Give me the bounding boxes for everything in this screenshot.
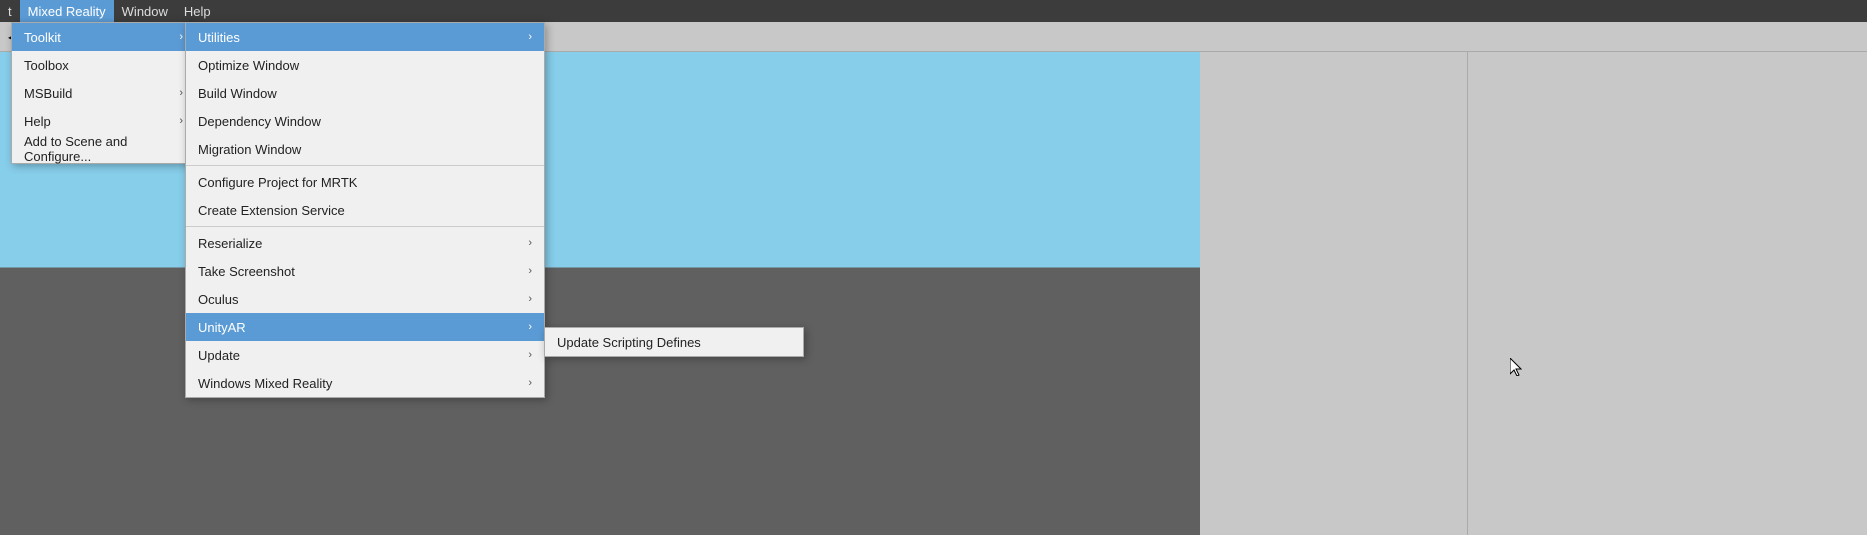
- menubar-item-mixed-reality[interactable]: Mixed Reality: [20, 0, 114, 22]
- arrow-icon: ›: [528, 321, 532, 333]
- menu-item-add-to-scene[interactable]: Add to Scene and Configure...: [12, 135, 195, 163]
- arrow-icon: ›: [528, 265, 532, 277]
- dropdown-unityar: Update Scripting Defines: [544, 327, 804, 357]
- menu-item-toolkit[interactable]: Toolkit ›: [12, 23, 195, 51]
- menu-item-configure-mrtk[interactable]: Configure Project for MRTK: [186, 168, 544, 196]
- menu-item-toolbox[interactable]: Toolbox: [12, 51, 195, 79]
- menu-separator-1: [186, 165, 544, 166]
- dropdown-utilities: Utilities › Optimize Window Build Window…: [185, 22, 545, 398]
- menu-item-update[interactable]: Update ›: [186, 341, 544, 369]
- menu-separator-2: [186, 226, 544, 227]
- menu-item-optimize-window[interactable]: Optimize Window: [186, 51, 544, 79]
- dropdown-mixed-reality: Toolkit › Toolbox MSBuild › Help › Add t…: [11, 22, 196, 164]
- menu-item-create-extension[interactable]: Create Extension Service: [186, 196, 544, 224]
- arrow-icon: ›: [179, 87, 183, 99]
- menu-item-build-window[interactable]: Build Window: [186, 79, 544, 107]
- arrow-icon: ›: [528, 293, 532, 305]
- menu-item-reserialize[interactable]: Reserialize ›: [186, 229, 544, 257]
- menu-item-oculus[interactable]: Oculus ›: [186, 285, 544, 313]
- right-panel: ▶| 🔍 All: [1467, 0, 1867, 535]
- arrow-icon: ›: [528, 237, 532, 249]
- arrow-icon: ›: [528, 377, 532, 389]
- menu-item-update-scripting-defines[interactable]: Update Scripting Defines: [545, 328, 803, 356]
- arrow-icon: ›: [179, 115, 183, 127]
- menubar-item-window[interactable]: Window: [114, 0, 176, 22]
- menubar-item-help[interactable]: Help: [176, 0, 219, 22]
- menu-item-utilities-header[interactable]: Utilities ›: [186, 23, 544, 51]
- menu-item-unityar[interactable]: UnityAR ›: [186, 313, 544, 341]
- menubar-item-t[interactable]: t: [0, 0, 20, 22]
- menubar: t Mixed Reality Window Help: [0, 0, 1867, 22]
- arrow-icon: ›: [528, 31, 532, 43]
- menu-item-msbuild[interactable]: MSBuild ›: [12, 79, 195, 107]
- menu-item-windows-mixed-reality[interactable]: Windows Mixed Reality ›: [186, 369, 544, 397]
- menu-item-take-screenshot[interactable]: Take Screenshot ›: [186, 257, 544, 285]
- menu-item-migration-window[interactable]: Migration Window: [186, 135, 544, 163]
- menu-item-dependency-window[interactable]: Dependency Window: [186, 107, 544, 135]
- menu-item-help[interactable]: Help ›: [12, 107, 195, 135]
- arrow-icon: ›: [528, 349, 532, 361]
- arrow-icon: ›: [179, 31, 183, 43]
